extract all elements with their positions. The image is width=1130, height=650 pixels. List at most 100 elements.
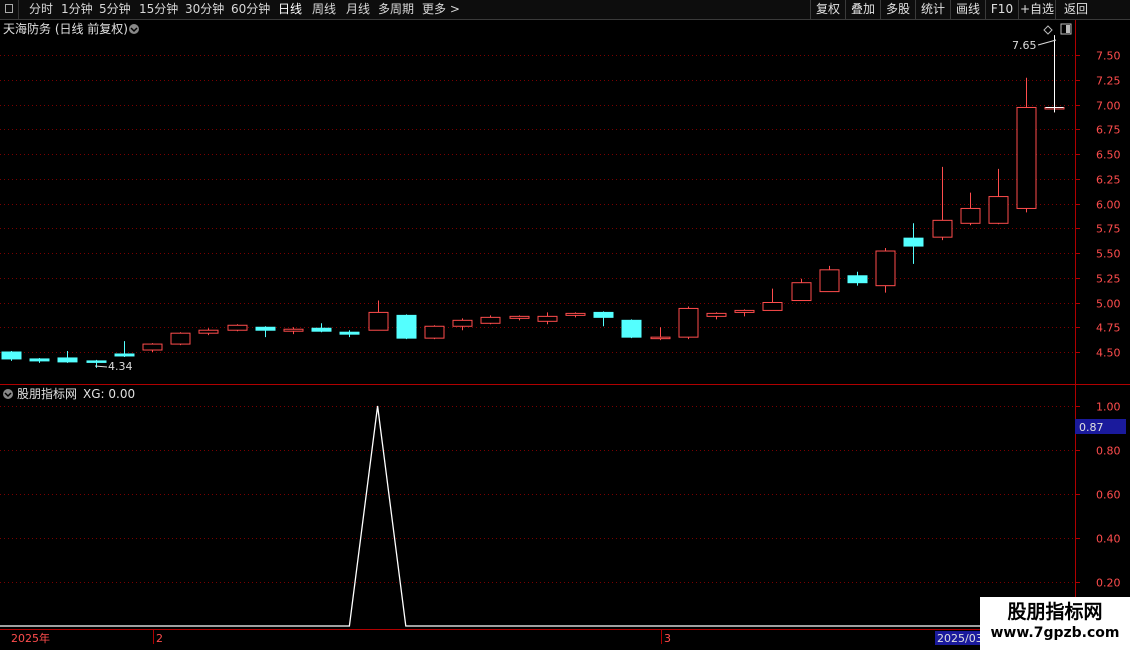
candle [227,324,248,332]
candle-body [86,360,107,363]
candle-body [678,307,699,338]
candle [819,265,840,293]
candle [960,192,981,226]
price-tick-label: 6.75 [1096,124,1121,137]
candle-body [255,326,276,331]
candle-body [227,324,248,331]
candle-body [621,319,642,338]
price-tick-label: 7.25 [1096,75,1121,88]
candle-body [368,311,389,331]
time-label-mar: 3 [664,632,671,645]
candle-body [791,282,812,302]
price-tick-label: 6.25 [1096,174,1121,187]
price-tick-label: 7.00 [1096,100,1121,113]
time-label-feb: 2 [156,632,163,645]
candle-body [339,331,360,335]
candlestick-series [1,35,1065,368]
indicator-options-icon[interactable] [3,389,13,399]
candle [678,306,699,340]
candle-body [593,311,614,318]
price-tick-label: 6.50 [1096,149,1121,162]
candle-body [509,315,530,319]
candle-body [283,328,304,332]
candle [762,288,783,311]
indicator-cursor-value: 0.87 [1079,421,1104,434]
candle [255,326,276,338]
candle [339,330,360,338]
candle [1,351,22,361]
candle-body [650,336,671,340]
candle-body [1016,106,1037,209]
candle [791,278,812,302]
indicator-tick-label: 0.80 [1096,445,1121,458]
candle-body [960,207,981,224]
candle-body [762,302,783,311]
candle [1016,77,1037,213]
candle [650,327,671,341]
candle [537,312,558,325]
indicator-gridlines [0,406,1075,583]
candle [142,343,163,352]
price-gridlines [0,55,1075,353]
candle [452,318,473,331]
candle [424,325,445,340]
price-tick-label: 4.75 [1096,322,1121,335]
candle [114,341,135,357]
candle-body [114,353,135,357]
candle [565,312,586,318]
price-tick-label: 6.00 [1096,199,1121,212]
indicator-tick-label: 0.20 [1096,577,1121,590]
candle [706,312,727,320]
price-tick-label: 7.50 [1096,50,1121,63]
candle-body [875,250,896,287]
candle-body [57,357,78,363]
price-tick-label: 5.75 [1096,223,1121,236]
diamond-icon[interactable] [1043,25,1053,35]
indicator-tick-label: 0.40 [1096,533,1121,546]
candle-body [142,343,163,351]
candle-body [480,316,501,324]
price-tick-label: 5.25 [1096,273,1121,286]
price-tick-label: 5.50 [1096,248,1121,261]
candle [29,357,50,363]
candle-body [819,269,840,293]
candle [396,314,417,340]
price-tick-label: 5.00 [1096,298,1121,311]
price-tick-label: 4.50 [1096,347,1121,360]
candle [988,168,1009,225]
stock-title: 天海防务 (日线 前复权) [3,21,128,36]
panel-expand-fill [1066,25,1070,33]
indicator-xg-line [0,405,1055,627]
candle-body [29,358,50,362]
kline-chart-area: 7.50 7.25 7.00 6.75 6.50 6.25 6.00 5.75 5.50 5.25… [0,20,1130,645]
watermark-url: www.7gpzb.com [990,625,1120,641]
indicator-title: 股朋指标网 [17,386,77,401]
candle [593,311,614,327]
candle-body [565,312,586,316]
candle-body [311,327,332,332]
low-price-marker: 4.34 [108,360,133,373]
candle-body [537,315,558,322]
price-axis-labels: 7.50 7.25 7.00 6.75 6.50 6.25 6.00 5.75 5.50 5.25… [1075,50,1121,360]
candle-body [903,237,924,247]
indicator-tick-label: 1.00 [1096,401,1121,414]
candle-body [170,332,191,345]
watermark-title: 股朋指标网 [1007,601,1103,623]
candle [368,300,389,331]
chart-options-icon[interactable] [129,24,139,34]
candle [198,328,219,336]
candle-body [734,309,755,313]
candle [311,323,332,333]
candle-body [988,196,1009,224]
candle [170,332,191,346]
time-label-year: 2025年 [11,631,50,645]
candle [283,327,304,335]
indicator-tick-label: 0.60 [1096,489,1121,502]
candle [847,271,868,286]
candle [509,315,530,321]
candle [734,309,755,317]
candle-body [932,219,953,238]
candle-body [198,329,219,334]
candle [903,223,924,264]
candle [932,166,953,241]
